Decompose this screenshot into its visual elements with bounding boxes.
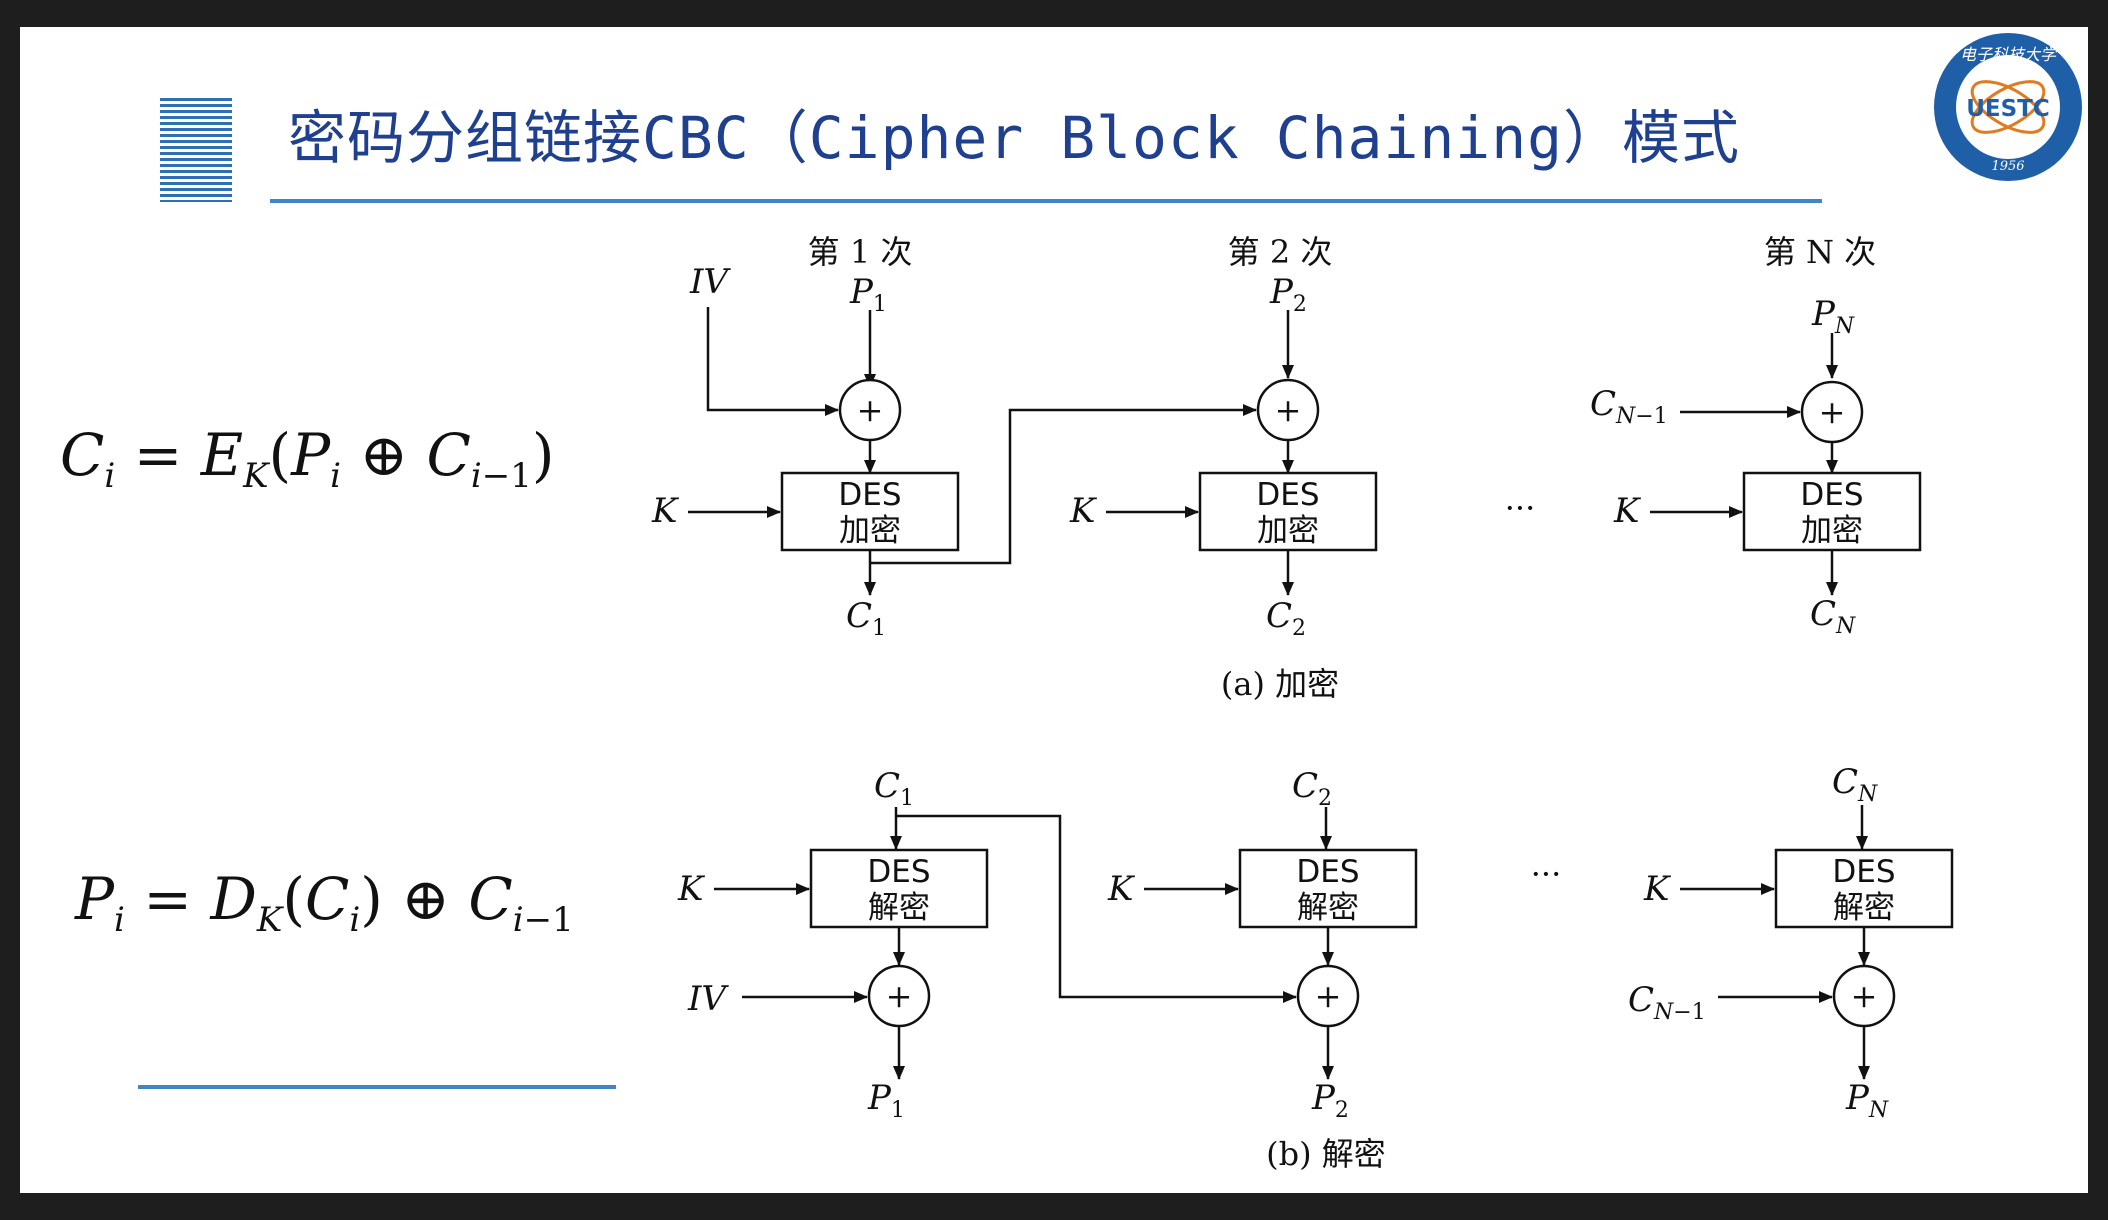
ellipsis: ··· — [1505, 489, 1536, 527]
block-label: DES — [1832, 854, 1895, 890]
block-label: DES — [1296, 854, 1359, 890]
round-label-2: 第 2 次 — [1228, 233, 1333, 271]
svg-text:+: + — [1851, 977, 1878, 1015]
svg-text:+: + — [1315, 977, 1342, 1015]
formula-decrypt: Pi = DK(Ci) ⊕ Ci−1 — [74, 865, 574, 940]
svg-text:+: + — [857, 391, 884, 429]
round-label-1: 第 1 次 — [808, 233, 913, 271]
key-label: K — [1643, 869, 1672, 909]
svg-text:+: + — [1819, 393, 1846, 431]
svg-text:+: + — [1275, 391, 1302, 429]
svg-text:+: + — [886, 977, 913, 1015]
c2-label-dec: C2 — [1292, 766, 1332, 811]
cn-1-label-dec: CN−1 — [1628, 980, 1706, 1025]
block-label: 解密 — [1297, 890, 1359, 926]
c1-label-dec: C1 — [874, 766, 914, 811]
key-label: K — [1107, 869, 1136, 909]
cbc-diagram: Ci = EK(Pi ⊕ Ci−1) Pi = DK(Ci) ⊕ Ci−1 第 … — [60, 233, 1954, 1173]
key-label: K — [651, 491, 680, 531]
p1-label-dec: P1 — [867, 1078, 905, 1123]
encryption-diagram: 第 1 次 第 2 次 第 N 次 IV P1 + DES 加密 K C1 P2 — [651, 233, 1922, 703]
block-label: 解密 — [868, 890, 930, 926]
pn-label-dec: PN — [1845, 1078, 1889, 1123]
block-label: DES — [1256, 477, 1319, 513]
cn-label-enc: CN — [1810, 594, 1856, 639]
c2-label-enc: C2 — [1266, 596, 1306, 641]
caption-decrypt: (b) 解密 — [1266, 1135, 1386, 1173]
block-label: 解密 — [1833, 890, 1895, 926]
ellipsis: ··· — [1531, 855, 1562, 893]
cn-label-dec: CN — [1832, 762, 1878, 807]
decryption-diagram: C1 DES 解密 K + IV P1 C2 DES 解密 K + P2 ···… — [677, 762, 1954, 1173]
pn-label-enc: PN — [1811, 294, 1855, 339]
cn-1-label-enc: CN−1 — [1590, 384, 1668, 429]
key-label: K — [1069, 491, 1098, 531]
iv-label-enc: IV — [689, 262, 731, 302]
p1-label-enc: P1 — [849, 272, 887, 317]
block-label: DES — [838, 477, 901, 513]
key-label: K — [677, 869, 706, 909]
iv-label-dec: IV — [687, 979, 729, 1019]
round-label-n: 第 N 次 — [1764, 233, 1876, 271]
formula-encrypt: Ci = EK(Pi ⊕ Ci−1) — [60, 421, 555, 496]
block-label: 加密 — [1801, 513, 1863, 549]
block-label: 加密 — [1257, 513, 1319, 549]
key-label: K — [1613, 491, 1642, 531]
svg-text:Ci = EK(Pi ⊕ Ci−1): Ci = EK(Pi ⊕ Ci−1) — [60, 421, 555, 496]
p2-label-dec: P2 — [1311, 1078, 1349, 1123]
block-label: 加密 — [839, 513, 901, 549]
block-label: DES — [1800, 477, 1863, 513]
c1-label-enc: C1 — [846, 596, 886, 641]
svg-text:Pi = DK(Ci) ⊕ Ci−1: Pi = DK(Ci) ⊕ Ci−1 — [74, 865, 574, 940]
caption-encrypt: (a) 加密 — [1221, 665, 1339, 703]
slide: 密码分组链接CBC（Cipher Block Chaining）模式 电子科技大… — [20, 27, 2088, 1193]
block-label: DES — [867, 854, 930, 890]
